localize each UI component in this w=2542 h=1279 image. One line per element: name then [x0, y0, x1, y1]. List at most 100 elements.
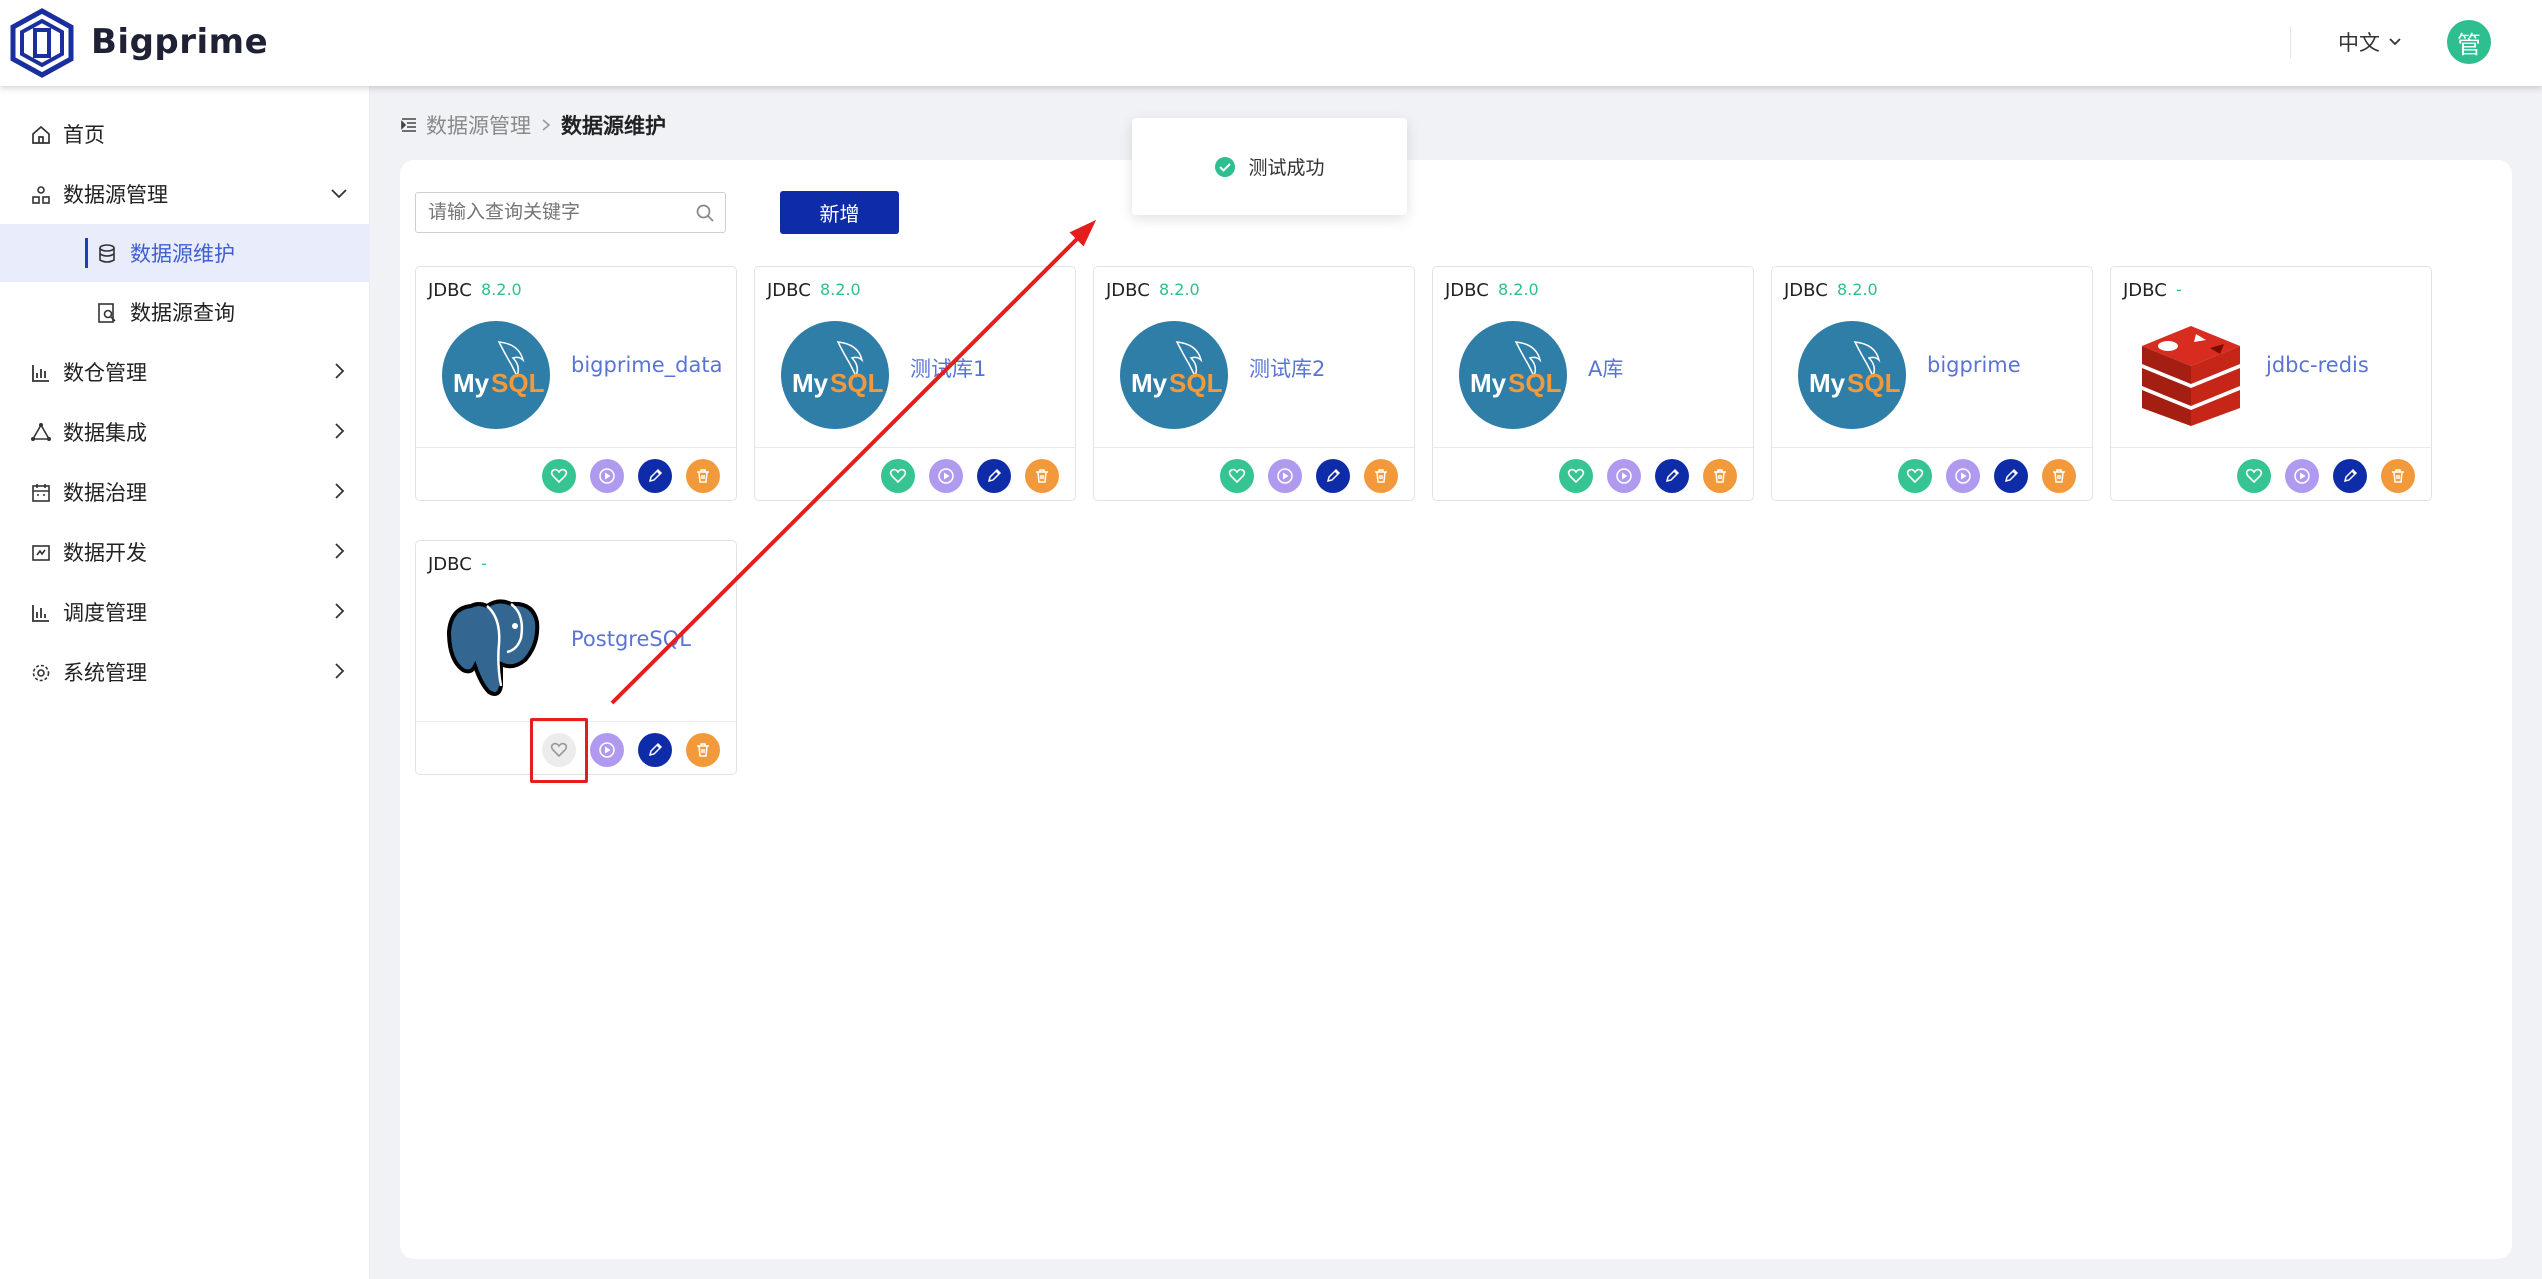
search-input[interactable] [428, 201, 688, 223]
edit-button[interactable] [2333, 459, 2367, 493]
delete-button[interactable] [1025, 459, 1059, 493]
card-logo: My SQL [441, 320, 551, 430]
card-name[interactable]: 测试库2 [1249, 353, 1325, 383]
heart-icon [1567, 468, 1585, 484]
sidebar-item-label: 系统管理 [63, 661, 147, 685]
sidebar-item-label: 首页 [63, 123, 105, 147]
sidebar-item-schedule[interactable]: 调度管理 [0, 583, 370, 641]
chevron-right-icon [335, 603, 345, 619]
play-icon [599, 742, 615, 758]
card-logo: My SQL [1119, 320, 1229, 430]
test-connection-button[interactable] [590, 459, 624, 493]
breadcrumb-parent[interactable]: 数据源管理 [426, 110, 531, 140]
card-actions [542, 459, 720, 493]
play-icon [1277, 468, 1293, 484]
sidebar-item-label: 调度管理 [63, 601, 147, 625]
avatar[interactable]: 管 [2447, 20, 2491, 64]
query-icon [98, 303, 116, 323]
heart-icon [1228, 468, 1246, 484]
datasource-card[interactable]: JDBC 8.2.0 My SQL 测试库2 [1093, 266, 1415, 501]
edit-button[interactable] [638, 733, 672, 767]
card-name[interactable]: 测试库1 [910, 353, 986, 383]
test-connection-button[interactable] [1268, 459, 1302, 493]
card-name[interactable]: A库 [1588, 353, 1623, 383]
card-name[interactable]: jdbc-redis [2266, 353, 2369, 377]
datasource-card[interactable]: JDBC 8.2.0 My SQL A库 [1432, 266, 1754, 501]
card-name[interactable]: bigprime_data [571, 353, 722, 377]
test-connection-button[interactable] [929, 459, 963, 493]
mysql-logo: My SQL [442, 321, 550, 429]
edit-button[interactable] [977, 459, 1011, 493]
search-box[interactable] [415, 192, 726, 233]
search-icon[interactable] [695, 203, 715, 223]
chevron-right-icon [335, 483, 345, 499]
test-connection-button[interactable] [1607, 459, 1641, 493]
sidebar-item-governance[interactable]: 数据治理 [0, 463, 370, 521]
card-type: JDBC [1784, 280, 1828, 301]
datasource-card[interactable]: JDBC 8.2.0 My SQL 测试库1 [754, 266, 1076, 501]
sidebar-item-warehouse[interactable]: 数仓管理 [0, 343, 370, 401]
sidebar-item-datasource-maintenance[interactable]: 数据源维护 [0, 224, 370, 282]
heart-icon [2245, 468, 2263, 484]
test-connection-button[interactable] [1946, 459, 1980, 493]
delete-button[interactable] [686, 733, 720, 767]
favorite-button[interactable] [1898, 459, 1932, 493]
test-connection-button[interactable] [590, 733, 624, 767]
sidebar-item-home[interactable]: 首页 [0, 105, 370, 163]
card-type: JDBC [428, 554, 472, 575]
delete-icon [697, 743, 709, 757]
datasource-card[interactable]: JDBC 8.2.0 My SQL bigprime_data [415, 266, 737, 501]
svg-text:SQL: SQL [830, 368, 884, 398]
add-button[interactable]: 新增 [780, 191, 899, 234]
sidebar-item-datasource-management[interactable]: 数据源管理 [0, 165, 370, 223]
sidebar-item-datasource-query[interactable]: 数据源查询 [0, 283, 370, 341]
language-label: 中文 [2338, 31, 2380, 55]
delete-icon [697, 469, 709, 483]
svg-text:SQL: SQL [1847, 368, 1901, 398]
edit-button[interactable] [638, 459, 672, 493]
redis-logo [2142, 326, 2240, 426]
card-logo [2136, 320, 2246, 430]
favorite-button[interactable] [1220, 459, 1254, 493]
card-divider [1094, 447, 1414, 448]
settings-icon [32, 664, 50, 682]
card-actions [1220, 459, 1398, 493]
header-divider [2290, 26, 2291, 58]
card-name[interactable]: bigprime [1927, 353, 2021, 377]
success-toast: 测试成功 [1132, 118, 1407, 215]
datasource-card[interactable]: JDBC - jdbc-redis [2110, 266, 2432, 501]
sidebar-item-system[interactable]: 系统管理 [0, 643, 370, 701]
favorite-button[interactable] [1559, 459, 1593, 493]
edit-icon [648, 468, 663, 483]
sidebar-item-development[interactable]: 数据开发 [0, 523, 370, 581]
favorite-button[interactable] [542, 459, 576, 493]
edit-button[interactable] [1994, 459, 2028, 493]
card-name[interactable]: PostgreSQL [571, 627, 691, 651]
card-type: JDBC [428, 280, 472, 301]
delete-button[interactable] [2042, 459, 2076, 493]
sidebar-item-integration[interactable]: 数据集成 [0, 403, 370, 461]
delete-button[interactable] [1364, 459, 1398, 493]
delete-button[interactable] [1703, 459, 1737, 493]
chevron-up-icon [331, 189, 347, 199]
svg-text:SQL: SQL [1508, 368, 1562, 398]
play-icon [1616, 468, 1632, 484]
bigprime-logo[interactable] [8, 8, 76, 78]
card-logo [441, 594, 551, 704]
favorite-button[interactable] [881, 459, 915, 493]
datasource-card[interactable]: JDBC 8.2.0 My SQL bigprime [1771, 266, 2093, 501]
delete-button[interactable] [686, 459, 720, 493]
card-actions [1898, 459, 2076, 493]
favorite-button[interactable] [2237, 459, 2271, 493]
test-connection-button[interactable] [2285, 459, 2319, 493]
language-selector[interactable]: 中文 [2338, 27, 2402, 57]
edit-button[interactable] [1655, 459, 1689, 493]
edit-icon [648, 742, 663, 757]
chevron-right-icon [542, 119, 551, 131]
svg-text:SQL: SQL [1169, 368, 1223, 398]
edit-button[interactable] [1316, 459, 1350, 493]
play-icon [2294, 468, 2310, 484]
delete-button[interactable] [2381, 459, 2415, 493]
menu-fold-icon[interactable] [400, 116, 418, 134]
sidebar-item-label: 数据源维护 [130, 242, 235, 266]
